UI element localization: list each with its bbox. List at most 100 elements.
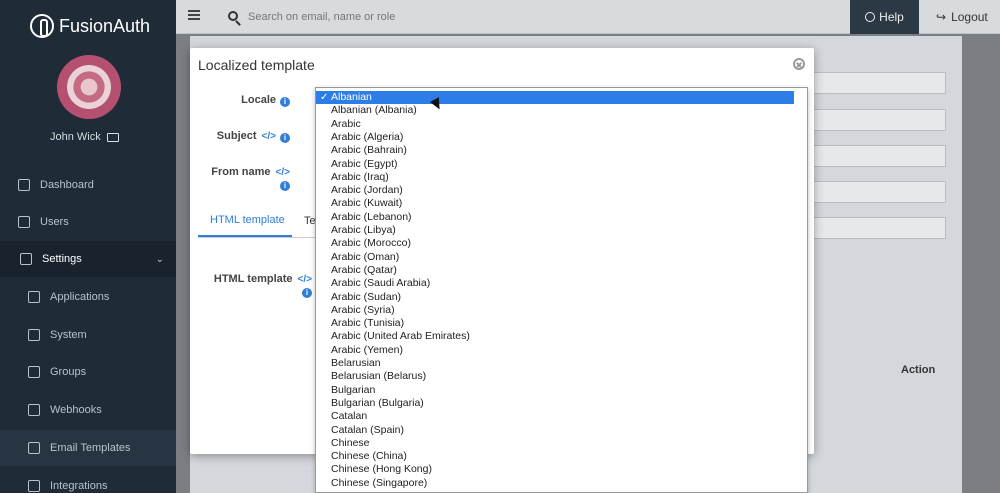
applications-icon: [28, 291, 40, 303]
sidebar: FusionAuth John Wick Dashboard Users Set…: [0, 0, 176, 493]
code-icon: </>: [261, 131, 276, 142]
gear-icon: [20, 253, 32, 265]
webhooks-icon: [28, 404, 40, 416]
locale-option[interactable]: Chinese (Singapore): [316, 477, 794, 490]
locale-option[interactable]: Arabic (Oman): [316, 251, 794, 264]
help-button[interactable]: Help: [850, 0, 919, 34]
locale-option[interactable]: Belarusian (Belarus): [316, 370, 794, 383]
locale-option-label: Bulgarian: [331, 383, 376, 396]
sidebar-item-label: Webhooks: [50, 404, 102, 416]
sidebar-item-dashboard[interactable]: Dashboard: [0, 167, 176, 203]
sidebar-item-users[interactable]: Users: [0, 204, 176, 240]
locale-option-label: Albanian: [331, 91, 372, 103]
locale-option[interactable]: Arabic (Algeria): [316, 131, 794, 144]
search-icon: [228, 11, 238, 21]
locale-dropdown[interactable]: ✓ Albanian Albanian (Albania) Arabic Arab…: [315, 87, 808, 493]
locale-option[interactable]: Chinese (Hong Kong): [316, 463, 794, 476]
locale-option[interactable]: Arabic (Libya): [316, 224, 794, 237]
locale-option[interactable]: Chinese (China): [316, 450, 794, 463]
locale-option[interactable]: Belarusian: [316, 357, 794, 370]
locale-option[interactable]: Albanian (Albania): [316, 104, 794, 117]
locale-option-label: Belarusian (Belarus): [331, 370, 427, 383]
groups-icon: [28, 366, 40, 378]
integrations-icon: [28, 480, 40, 492]
locale-option[interactable]: Catalan (Spain): [316, 424, 794, 437]
locale-option-label: Catalan: [331, 410, 368, 423]
sidebar-item-groups[interactable]: Groups: [0, 354, 176, 390]
locale-option-label: Arabic (Oman): [331, 250, 400, 263]
locale-option[interactable]: Arabic (Bahrain): [316, 144, 794, 157]
locale-option[interactable]: Chinese: [316, 437, 794, 450]
checkmark-icon: ✓: [320, 92, 329, 103]
locale-option[interactable]: Bulgarian (Bulgaria): [316, 397, 794, 410]
tab-html-template[interactable]: HTML template: [198, 209, 292, 237]
locale-option-label: Chinese (China): [331, 450, 407, 463]
sidebar-item-label: Applications: [50, 291, 110, 303]
locale-option[interactable]: Arabic: [316, 118, 794, 131]
brand[interactable]: FusionAuth: [30, 14, 150, 38]
sidebar-item-label: Email Templates: [50, 442, 131, 454]
subject-label: Subject: [216, 130, 257, 142]
logout-button[interactable]: ↪ Logout: [936, 0, 1000, 34]
sidebar-item-label: Dashboard: [40, 179, 94, 191]
locale-option[interactable]: Arabic (Qatar): [316, 264, 794, 277]
search-input[interactable]: [248, 8, 568, 26]
email-icon: [28, 442, 40, 454]
locale-option-label: Albanian (Albania): [331, 104, 417, 117]
locale-option-label: Bulgarian (Bulgaria): [331, 396, 424, 409]
sidebar-item-applications[interactable]: Applications: [0, 279, 176, 315]
tab-text-template[interactable]: Te: [304, 215, 316, 227]
locale-option[interactable]: Arabic (Lebanon): [316, 211, 794, 224]
sidebar-item-label: Integrations: [50, 480, 108, 492]
locale-option[interactable]: ✓ Albanian: [316, 91, 794, 105]
info-icon: i: [280, 181, 290, 191]
menu-icon[interactable]: [188, 10, 200, 20]
locale-option[interactable]: Bulgarian: [316, 384, 794, 397]
sidebar-item-system[interactable]: System: [0, 317, 176, 353]
locale-option[interactable]: Arabic (Morocco): [316, 237, 794, 250]
locale-option-label: Arabic (Tunisia): [331, 317, 405, 330]
locale-option-label: Belarusian: [331, 357, 381, 369]
locale-option-label: Arabic (Qatar): [331, 263, 397, 276]
locale-option-label: Arabic (Kuwait): [331, 197, 403, 210]
locale-option-label: Chinese: [331, 436, 370, 449]
users-icon: [18, 216, 30, 228]
chevron-down-icon: ⌄: [155, 253, 164, 265]
sidebar-item-settings[interactable]: Settings ⌄: [0, 241, 176, 277]
locale-option-label: Arabic (Egypt): [331, 157, 398, 170]
sidebar-item-email-templates[interactable]: Email Templates: [0, 430, 176, 466]
sidebar-item-label: System: [50, 329, 87, 341]
html-template-label: HTML template: [213, 273, 293, 285]
sidebar-item-webhooks[interactable]: Webhooks: [0, 392, 176, 428]
avatar[interactable]: [57, 55, 121, 119]
locale-option[interactable]: Arabic (Egypt): [316, 158, 794, 171]
locale-option[interactable]: Arabic (Iraq): [316, 171, 794, 184]
locale-option-label: Arabic (Syria): [331, 303, 395, 316]
from-name-label-row: From name </> i: [200, 166, 290, 191]
user-profile[interactable]: John Wick: [50, 131, 119, 143]
locale-option[interactable]: Arabic (United Arab Emirates): [316, 330, 794, 343]
locale-option-label: Arabic (Jordan): [331, 184, 403, 197]
locale-option-label: Arabic (Algeria): [331, 130, 404, 143]
sidebar-item-integrations[interactable]: Integrations: [0, 468, 176, 493]
locale-option[interactable]: Catalan: [316, 410, 794, 423]
locale-label: Locale: [241, 94, 276, 106]
locale-option[interactable]: Arabic (Jordan): [316, 184, 794, 197]
locale-option-label: Catalan (Spain): [331, 423, 404, 436]
dashboard-icon: [18, 179, 30, 191]
locale-option-label: Arabic (Morocco): [331, 237, 411, 250]
locale-option[interactable]: Arabic (Saudi Arabia): [316, 277, 794, 290]
locale-option[interactable]: Arabic (Syria): [316, 304, 794, 317]
locale-option[interactable]: Arabic (Tunisia): [316, 317, 794, 330]
sidebar-item-label: Groups: [50, 366, 87, 378]
sidebar-item-label: Users: [40, 216, 69, 228]
logout-label: Logout: [951, 10, 988, 24]
locale-option[interactable]: Arabic (Kuwait): [316, 197, 794, 210]
subject-label-row: Subject </> i: [200, 130, 290, 143]
locale-option-label: Arabic: [331, 117, 361, 130]
locale-option[interactable]: Arabic (Sudan): [316, 291, 794, 304]
code-icon: </>: [297, 274, 312, 285]
close-icon[interactable]: [793, 58, 805, 70]
info-icon: i: [280, 133, 290, 143]
locale-option[interactable]: Arabic (Yemen): [316, 344, 794, 357]
